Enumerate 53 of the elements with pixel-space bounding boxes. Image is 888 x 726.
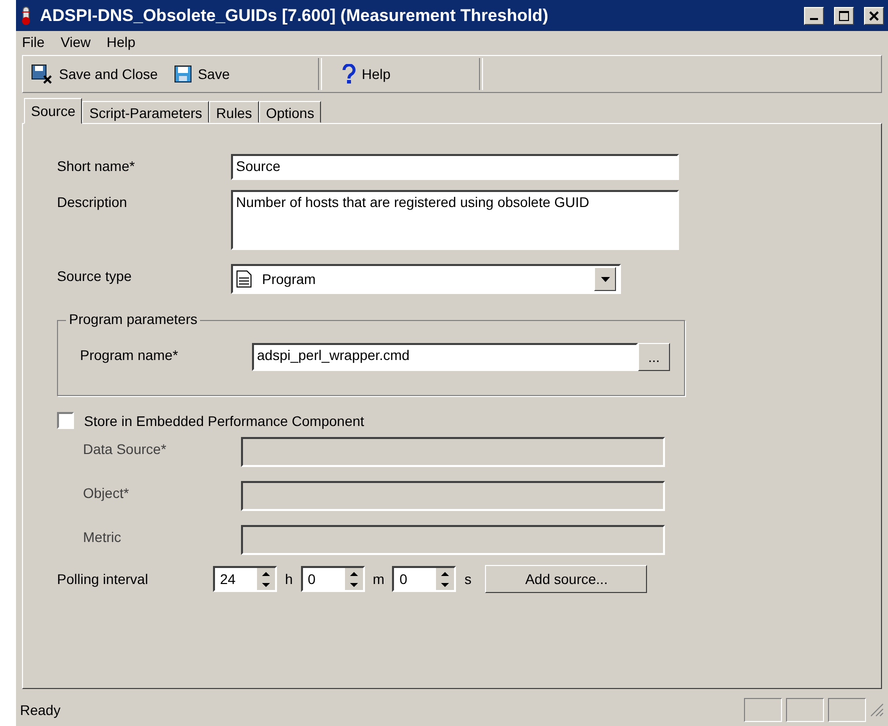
document-icon [236, 270, 252, 288]
floppy-icon [174, 65, 192, 83]
tab[interactable]: Source [24, 98, 82, 124]
unit-label: s [464, 571, 472, 587]
resize-grip-icon [870, 703, 884, 717]
unit-label: m [372, 571, 384, 587]
spin-box[interactable]: 24 [213, 566, 277, 592]
field-label: Program name* [80, 346, 180, 363]
text-field[interactable]: adspi_perl_wrapper.cmd [252, 343, 638, 371]
field-label: Source type [57, 267, 133, 284]
status-text: Ready [20, 702, 62, 718]
dropdown[interactable]: Program [231, 264, 621, 294]
field-label: Polling interval [57, 571, 150, 587]
spinner-arrows-icon[interactable] [436, 568, 454, 590]
close-button[interactable] [864, 6, 884, 24]
maximize-button[interactable] [834, 6, 854, 24]
text-area[interactable]: Number of hosts that are registered using obsolete GUID [231, 190, 679, 250]
unit-label: h [285, 571, 293, 587]
browse-button[interactable]: ... [638, 343, 670, 371]
menu-item[interactable]: View [60, 34, 91, 52]
menu-item[interactable]: File [22, 34, 45, 52]
spin-box[interactable]: 0 [392, 566, 456, 592]
status-panel [744, 698, 782, 722]
spin-box[interactable]: 0 [300, 566, 365, 592]
thermometer-icon [20, 6, 32, 26]
checkbox-label: Store in Embedded Performance Component [84, 412, 364, 428]
text-field[interactable]: Source [231, 154, 679, 180]
spinner-arrows-icon[interactable] [344, 568, 363, 590]
field-label: Metric [83, 528, 122, 545]
toolbar-button[interactable]: Help [334, 60, 399, 88]
tab[interactable]: Options [258, 101, 322, 123]
add-source-button[interactable]: Add source... [485, 565, 648, 593]
tab[interactable]: Rules [209, 101, 259, 123]
toolbar-button[interactable]: Save and Close [23, 60, 166, 88]
group-title: Program parameters [66, 311, 200, 327]
tab[interactable]: Script-Parameters [82, 101, 210, 123]
close-icon [869, 10, 879, 20]
field-label: Description [57, 193, 128, 210]
status-panel [828, 698, 866, 722]
minimize-icon [810, 18, 818, 20]
window-title: ADSPI-DNS_Obsolete_GUIDs [7.600] (Measurement Threshold) [40, 6, 550, 26]
menu-item[interactable]: Help [106, 34, 136, 52]
field-label: Short name* [57, 157, 136, 174]
checkbox[interactable] [57, 412, 74, 429]
spinner-arrows-icon[interactable] [257, 568, 275, 590]
field-label: Data Source* [83, 440, 168, 457]
help-icon [342, 64, 356, 84]
minimize-button[interactable] [804, 6, 824, 24]
status-panel [786, 698, 824, 722]
toolbar-button[interactable]: Save [166, 60, 238, 88]
field-label: Object* [83, 484, 130, 501]
maximize-icon [839, 10, 849, 20]
floppy-icon [31, 64, 53, 84]
